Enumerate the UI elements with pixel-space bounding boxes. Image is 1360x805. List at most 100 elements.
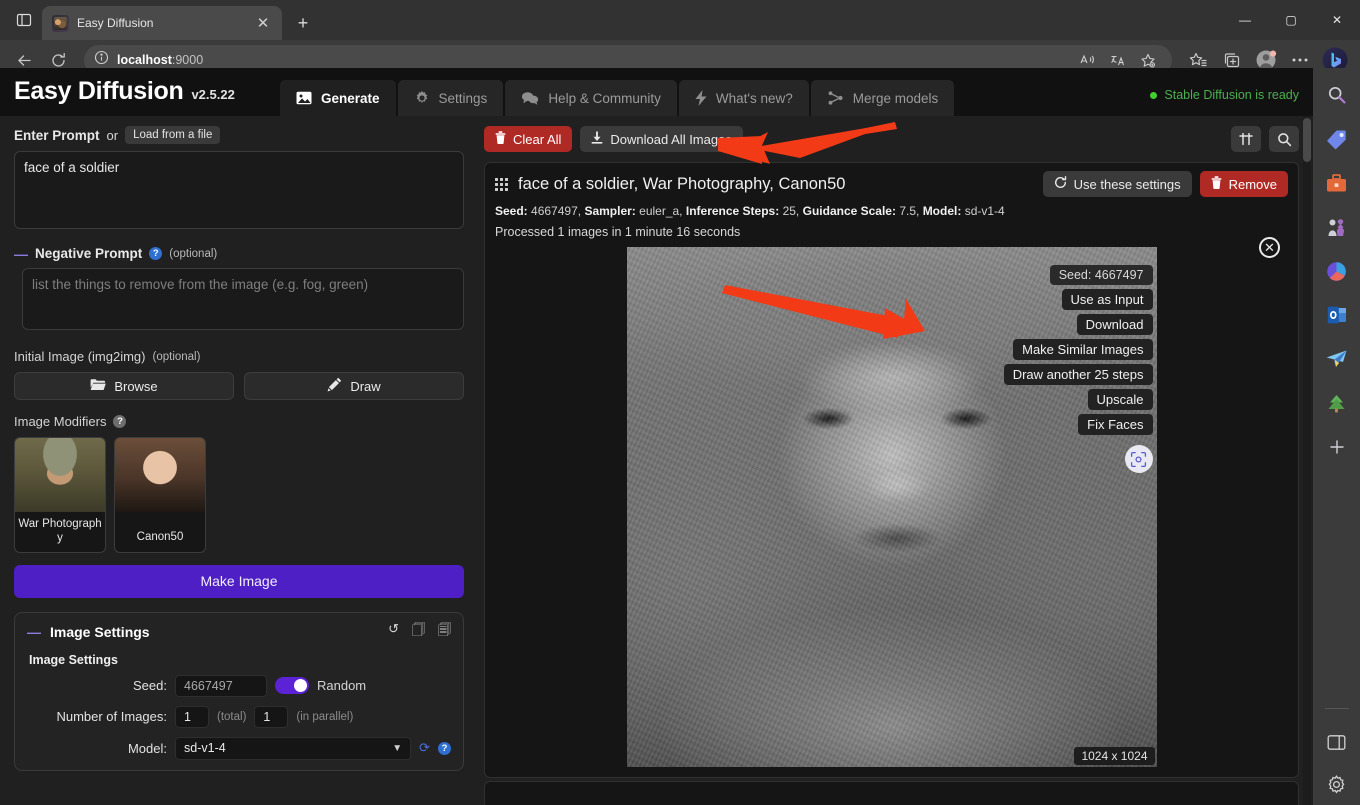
negative-prompt-input[interactable] bbox=[22, 268, 464, 330]
main-scrollbar-thumb[interactable] bbox=[1303, 118, 1311, 162]
image-settings-actions: ↺ 🗍 🗐 bbox=[388, 621, 451, 643]
initial-image-label: Initial Image (img2img) bbox=[14, 349, 146, 364]
sidebar-toggle-icon[interactable] bbox=[1324, 729, 1350, 755]
add-sidebar-app-icon[interactable] bbox=[1324, 434, 1350, 460]
initial-image-buttons: Browse Draw bbox=[14, 372, 464, 400]
tab-help-label: Help & Community bbox=[548, 90, 661, 106]
browse-button[interactable]: Browse bbox=[14, 372, 234, 400]
refresh-cw-icon bbox=[1054, 176, 1067, 192]
games-icon[interactable] bbox=[1324, 214, 1350, 240]
tab-whats-new-label: What's new? bbox=[715, 90, 793, 106]
download-all-images-button[interactable]: Download All Images bbox=[580, 126, 743, 152]
draw-button[interactable]: Draw bbox=[244, 372, 464, 400]
processed-status-text: Processed 1 images in 1 minute 16 second… bbox=[495, 225, 741, 239]
collapse-icon[interactable]: — bbox=[14, 247, 28, 261]
use-as-input-button[interactable]: Use as Input bbox=[1061, 289, 1153, 310]
merge-branch-icon bbox=[827, 90, 844, 106]
model-select[interactable]: sd-v1-4 ▼ bbox=[175, 736, 412, 760]
remove-task-button[interactable]: Remove bbox=[1199, 171, 1288, 197]
maximize-button[interactable]: ▢ bbox=[1268, 0, 1314, 40]
tab-generate-label: Generate bbox=[321, 90, 380, 106]
telegram-icon[interactable] bbox=[1324, 346, 1350, 372]
refresh-models-icon[interactable]: ⟳ bbox=[419, 740, 430, 756]
help-icon[interactable]: ? bbox=[149, 247, 163, 260]
microsoft-365-icon[interactable] bbox=[1324, 258, 1350, 284]
drag-grip-icon[interactable] bbox=[495, 177, 508, 191]
fix-faces-button[interactable]: Fix Faces bbox=[1078, 414, 1153, 435]
meta-key-guidance: Guidance Scale: bbox=[802, 204, 896, 218]
copy-settings-icon[interactable]: 🗐 bbox=[438, 621, 451, 643]
help-icon[interactable]: ? bbox=[438, 741, 451, 755]
meta-value-guidance: 7.5, bbox=[899, 204, 920, 218]
close-icon[interactable]: ✕ bbox=[252, 12, 274, 34]
tab-generate[interactable]: Generate bbox=[280, 80, 396, 116]
total-hint: (total) bbox=[217, 710, 247, 723]
new-tab-button[interactable]: + bbox=[288, 8, 318, 38]
chat-bubbles-icon bbox=[521, 91, 539, 105]
modifier-card[interactable]: War Photography bbox=[14, 437, 106, 553]
image-settings-section-title: Image Settings bbox=[29, 652, 118, 667]
make-similar-images-button[interactable]: Make Similar Images bbox=[1013, 339, 1153, 360]
status-badge: Stable Diffusion is ready bbox=[1150, 88, 1313, 116]
minimize-button[interactable]: — bbox=[1222, 0, 1268, 40]
generated-image[interactable]: Seed: 4667497 Use as Input Download Make… bbox=[626, 247, 1157, 767]
toolbar-right-actions bbox=[1231, 126, 1299, 152]
modifier-card[interactable]: Canon50 bbox=[114, 437, 206, 553]
image-overlay-actions: Seed: 4667497 Use as Input Download Make… bbox=[1003, 265, 1153, 473]
tab-whats-new[interactable]: What's new? bbox=[678, 80, 809, 116]
browser-tab-easy-diffusion[interactable]: Easy Diffusion ✕ bbox=[42, 6, 282, 40]
image-modifiers-label: Image Modifiers bbox=[14, 414, 107, 429]
use-these-settings-button[interactable]: Use these settings bbox=[1042, 171, 1192, 197]
tab-merge-models[interactable]: Merge models bbox=[810, 80, 955, 116]
help-icon[interactable]: ? bbox=[113, 415, 127, 428]
save-preset-icon[interactable]: 🗍 bbox=[412, 621, 425, 643]
tree-icon[interactable] bbox=[1324, 390, 1350, 416]
tab-settings-label: Settings bbox=[438, 90, 488, 106]
close-image-icon[interactable]: ✕ bbox=[1259, 237, 1280, 258]
task-title: face of a soldier, War Photography, Cano… bbox=[518, 174, 846, 193]
reset-icon[interactable]: ↺ bbox=[388, 621, 399, 643]
search-icon[interactable] bbox=[1324, 82, 1350, 108]
edge-sidebar bbox=[1313, 68, 1360, 805]
status-dot-icon bbox=[1150, 91, 1158, 99]
brand-version: v2.5.22 bbox=[191, 87, 235, 102]
draw-another-steps-button[interactable]: Draw another 25 steps bbox=[1003, 364, 1153, 385]
image-seed-badge: Seed: 4667497 bbox=[1049, 265, 1153, 285]
parallel-images-input[interactable]: 1 bbox=[254, 705, 289, 728]
negative-prompt-optional: (optional) bbox=[169, 247, 218, 260]
window-close-button[interactable]: ✕ bbox=[1314, 0, 1360, 40]
seed-input[interactable]: 4667497 bbox=[175, 674, 267, 697]
clear-all-button[interactable]: Clear All bbox=[484, 126, 573, 152]
info-icon[interactable] bbox=[94, 50, 109, 70]
meta-key-model: Model: bbox=[922, 204, 962, 218]
random-seed-toggle[interactable] bbox=[275, 677, 309, 695]
shopping-tag-icon[interactable] bbox=[1324, 126, 1350, 152]
image-modifiers-label-row: Image Modifiers ? bbox=[14, 414, 464, 429]
tab-help-community[interactable]: Help & Community bbox=[505, 80, 677, 116]
task-meta: Seed: 4667497, Sampler: euler_a, Inferen… bbox=[495, 204, 1288, 218]
tools-briefcase-icon[interactable] bbox=[1324, 170, 1350, 196]
prompt-label-row: Enter Prompt or Load from a file bbox=[14, 126, 464, 144]
visual-search-icon[interactable] bbox=[1124, 445, 1153, 473]
prompt-or-text: or bbox=[106, 127, 119, 143]
main-scrollbar-track[interactable] bbox=[1303, 116, 1311, 805]
prompt-label: Enter Prompt bbox=[14, 127, 100, 143]
tab-list-icon[interactable] bbox=[6, 3, 42, 37]
load-from-file-button[interactable]: Load from a file bbox=[125, 126, 221, 144]
random-seed-label: Random bbox=[317, 678, 367, 694]
modifier-thumbnail bbox=[115, 438, 205, 512]
lightning-bolt-icon bbox=[695, 90, 707, 106]
edge-sidebar-bottom bbox=[1324, 708, 1350, 797]
make-image-button[interactable]: Make Image bbox=[14, 564, 464, 598]
outlook-icon[interactable] bbox=[1324, 302, 1350, 328]
collapse-icon[interactable]: — bbox=[27, 625, 41, 639]
prompt-input[interactable] bbox=[14, 151, 464, 229]
tab-settings[interactable]: Settings bbox=[397, 80, 504, 116]
download-image-button[interactable]: Download bbox=[1076, 314, 1153, 335]
model-select-value: sd-v1-4 bbox=[184, 741, 226, 756]
columns-layout-icon[interactable] bbox=[1231, 126, 1261, 152]
total-images-input[interactable]: 1 bbox=[175, 705, 209, 728]
upscale-button[interactable]: Upscale bbox=[1087, 389, 1153, 410]
sidebar-settings-icon[interactable] bbox=[1324, 771, 1350, 797]
magnifier-zoom-icon[interactable] bbox=[1269, 126, 1299, 152]
